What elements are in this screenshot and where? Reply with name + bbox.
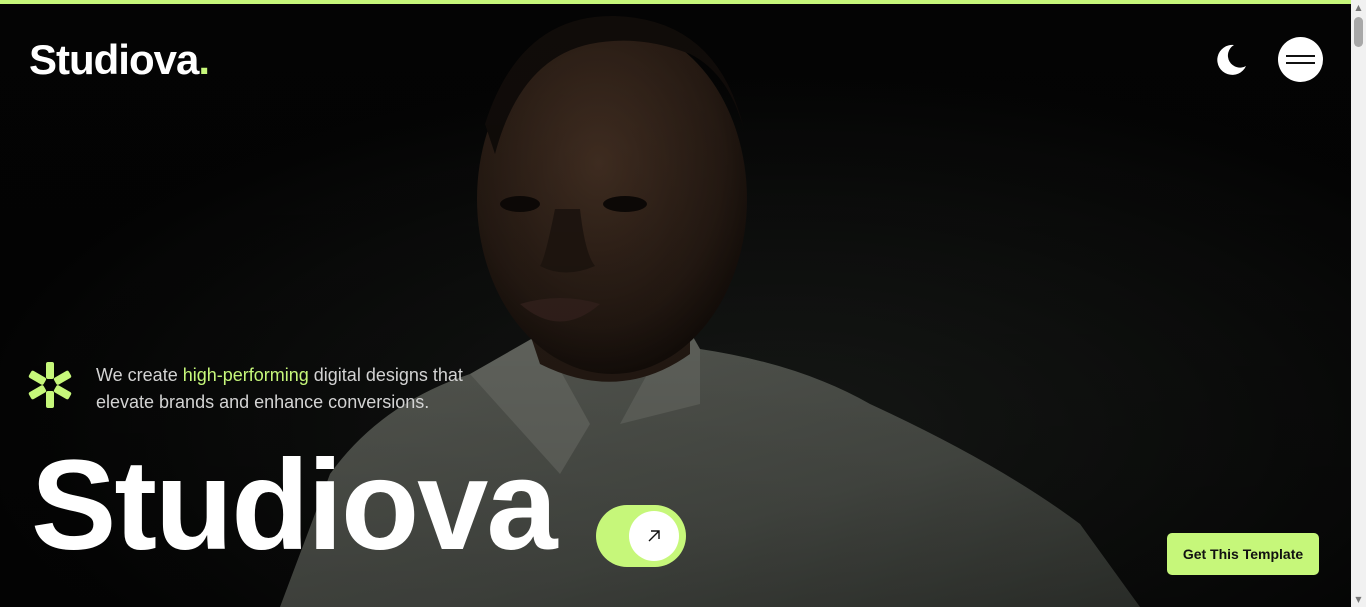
tagline-prefix: We create <box>96 365 183 385</box>
moon-icon <box>1217 44 1246 75</box>
hero-cta-button[interactable] <box>596 505 686 567</box>
logo-text: Studiova <box>29 36 199 83</box>
logo-dot: . <box>198 36 210 83</box>
theme-toggle-button[interactable] <box>1212 42 1248 78</box>
scrollbar[interactable]: ▲ ▼ <box>1351 0 1366 607</box>
tagline-highlight: high-performing <box>182 365 309 385</box>
hero-title: Studiova <box>31 434 557 577</box>
asterisk-burst-icon <box>26 361 74 409</box>
scroll-up-arrow-icon[interactable]: ▲ <box>1351 0 1366 15</box>
page: Studiova. We create high-performing digi… <box>0 0 1366 607</box>
arrow-up-right-icon <box>648 530 660 542</box>
get-template-button[interactable]: Get This Template <box>1167 533 1319 575</box>
scroll-down-arrow-icon[interactable]: ▼ <box>1351 592 1366 607</box>
menu-button[interactable] <box>1278 37 1323 82</box>
hero-tagline: We create high-performing digital design… <box>96 362 516 416</box>
logo[interactable]: Studiova. <box>29 36 210 84</box>
scrollbar-thumb[interactable] <box>1354 17 1363 47</box>
cta-knob <box>629 511 679 561</box>
